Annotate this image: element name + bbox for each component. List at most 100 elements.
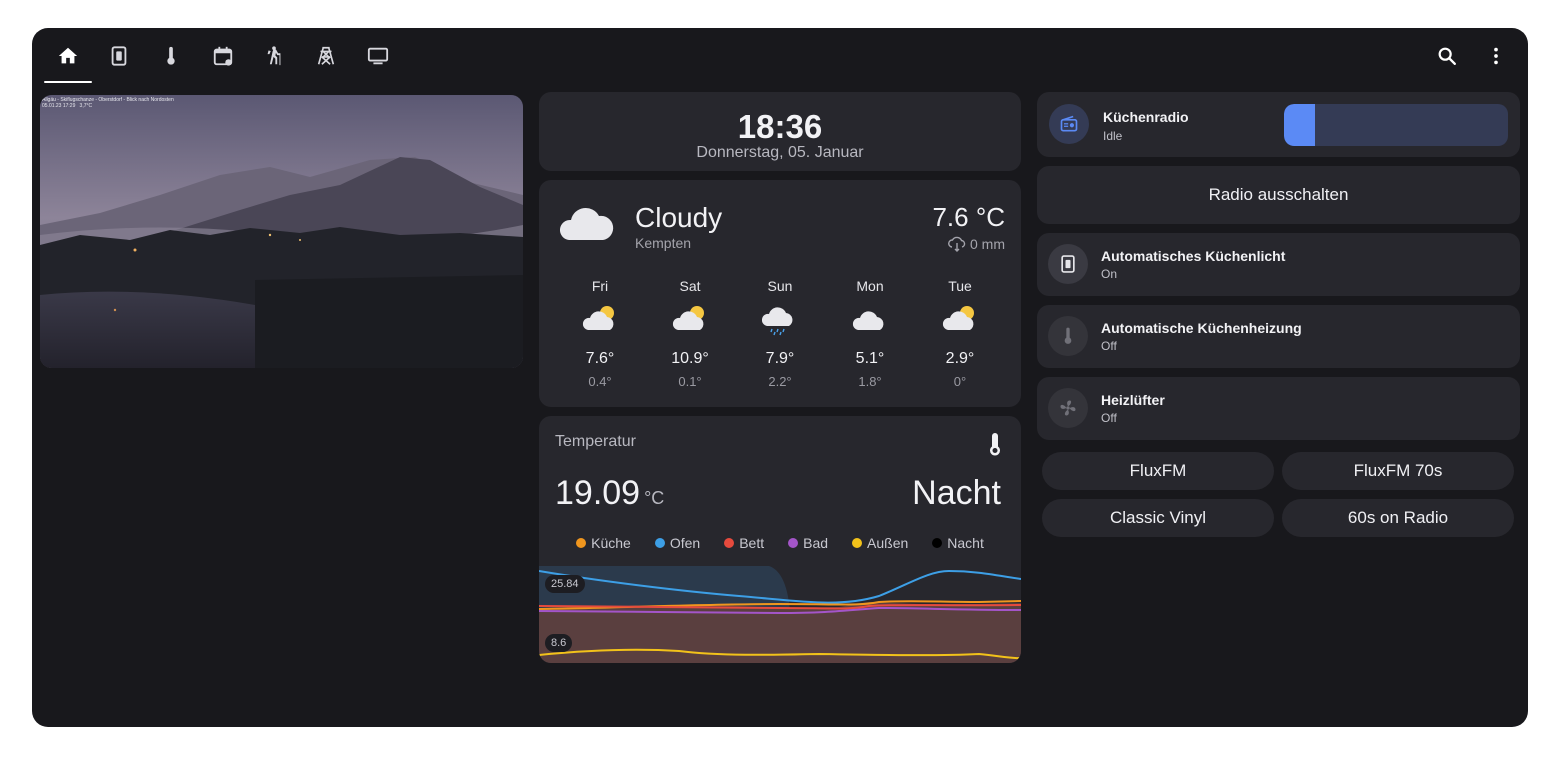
dashboard-frame: Allgäu - Skiflugschanze - Oberstdorf - B… xyxy=(32,28,1528,727)
thermometer-icon xyxy=(990,433,1000,456)
search-icon xyxy=(1438,47,1456,65)
partly-cloudy-icon xyxy=(942,306,974,330)
light-switch-icon xyxy=(111,46,127,66)
sensor-value: 19.09 °C xyxy=(555,474,664,513)
entity-card-kuechenlicht[interactable]: Automatisches Küchenlicht On xyxy=(1037,233,1520,296)
partly-cloudy-icon xyxy=(582,306,614,330)
forecast-list: Fri 7.6° 0.4° Sat 10.9° 0.1° Sun 7.9° 2.… xyxy=(555,278,1005,389)
rainy-icon xyxy=(762,307,793,336)
monitor-icon xyxy=(367,47,389,65)
radio-icon xyxy=(1060,115,1078,132)
chart-legend: Küche Ofen Bett Bad Außen Nacht xyxy=(539,535,1021,551)
cloud-rain-icon xyxy=(948,236,966,252)
camera-feed[interactable]: Allgäu - Skiflugschanze - Oberstdorf - B… xyxy=(40,95,523,368)
forecast-day-name: Tue xyxy=(948,278,972,294)
entity-state: On xyxy=(1101,267,1118,281)
temperature-sensor-card[interactable]: Temperatur 19.09 °C Nacht Küche Ofen Bett… xyxy=(539,416,1021,663)
sensor-name: Temperatur xyxy=(555,433,636,450)
entity-card-kuechenheizung[interactable]: Automatische Küchenheizung Off xyxy=(1037,305,1520,368)
player-state: Idle xyxy=(1103,129,1123,143)
entity-card-heizluefter[interactable]: Heizlüfter Off xyxy=(1037,377,1520,440)
entity-state: Off xyxy=(1101,339,1117,353)
forecast-day: Fri 7.6° 0.4° xyxy=(555,278,645,389)
radio-icon-badge[interactable] xyxy=(1049,104,1089,144)
y-axis-min-label: 8.6 xyxy=(545,634,573,652)
tab-calendar[interactable] xyxy=(199,38,247,74)
media-player-card[interactable]: Küchenradio Idle xyxy=(1037,92,1520,157)
forecast-day: Mon 5.1° 1.8° xyxy=(825,278,915,389)
thermometer-icon xyxy=(1064,327,1072,344)
legend-label: Außen xyxy=(867,535,909,551)
active-tab-indicator xyxy=(44,81,92,83)
forecast-day-name: Sun xyxy=(767,278,793,294)
y-axis-max-label: 25.84 xyxy=(545,575,585,593)
volume-slider[interactable] xyxy=(1284,104,1508,146)
entity-icon-badge[interactable] xyxy=(1048,388,1088,428)
volume-slider-fill xyxy=(1284,104,1316,146)
legend-dot xyxy=(852,538,863,548)
legend-item[interactable]: Bett xyxy=(724,535,764,551)
legend-item[interactable]: Nacht xyxy=(932,535,984,551)
weather-condition: Cloudy xyxy=(635,202,723,233)
entity-icon-badge[interactable] xyxy=(1048,244,1088,284)
top-app-bar xyxy=(32,28,1528,84)
forecast-high: 7.9° xyxy=(765,350,795,367)
cloudy-icon xyxy=(559,207,614,240)
partly-cloudy-icon xyxy=(672,306,704,330)
legend-label: Bett xyxy=(739,535,765,551)
more-vert-icon xyxy=(1494,47,1498,65)
legend-item[interactable]: Ofen xyxy=(654,535,701,551)
legend-dot xyxy=(724,538,735,548)
cloudy-icon xyxy=(852,311,884,330)
calendar-icon xyxy=(213,46,233,66)
clock-date: Donnerstag, 05. Januar xyxy=(696,144,864,161)
entity-name: Heizlüfter xyxy=(1101,392,1165,408)
search-button[interactable] xyxy=(1431,40,1463,72)
overflow-menu-button[interactable] xyxy=(1480,40,1512,72)
legend-item[interactable]: Bad xyxy=(788,535,828,551)
forecast-high: 10.9° xyxy=(671,350,709,367)
weather-precipitation: 0 mm xyxy=(948,236,1005,252)
forecast-low: 0.4° xyxy=(588,374,612,389)
tab-thermometer[interactable] xyxy=(147,38,195,74)
legend-label: Küche xyxy=(591,535,631,551)
precipitation-value: 0 mm xyxy=(970,236,1005,252)
legend-label: Bad xyxy=(803,535,829,551)
station-button-fluxfm[interactable]: FluxFM xyxy=(1042,452,1274,490)
legend-item[interactable]: Außen xyxy=(852,535,908,551)
forecast-day: Sun 7.9° 2.2° xyxy=(735,278,825,389)
entity-name: Automatische Küchenheizung xyxy=(1101,320,1302,336)
legend-item[interactable]: Küche xyxy=(576,535,631,551)
forecast-low: 1.8° xyxy=(858,374,882,389)
tab-switch[interactable] xyxy=(95,38,143,74)
legend-dot xyxy=(788,538,799,548)
legend-dot xyxy=(654,538,665,548)
station-button-classic-vinyl[interactable]: Classic Vinyl xyxy=(1042,499,1274,537)
legend-label: Nacht xyxy=(947,535,984,551)
light-switch-icon xyxy=(1061,255,1075,273)
forecast-day-name: Mon xyxy=(856,278,884,294)
sensor-unit: °C xyxy=(644,488,665,508)
webcam-image xyxy=(40,95,523,368)
tab-monitor[interactable] xyxy=(354,38,402,74)
forecast-high: 2.9° xyxy=(945,350,975,367)
home-icon xyxy=(58,47,78,64)
station-button-60s-on-radio[interactable]: 60s on Radio xyxy=(1282,499,1514,537)
forecast-day-name: Fri xyxy=(591,278,609,294)
camera-timestamp-overlay: Allgäu - Skiflugschanze - Oberstdorf - B… xyxy=(42,97,174,109)
entity-name: Automatisches Küchenlicht xyxy=(1101,248,1286,264)
tab-home[interactable] xyxy=(44,38,92,74)
clock-card: 18:36 Donnerstag, 05. Januar xyxy=(539,92,1021,171)
weather-forecast-card[interactable]: Cloudy Kempten 7.6 °C 0 mm Fri 7.6° 0.4°… xyxy=(539,180,1021,407)
forecast-low: 2.2° xyxy=(768,374,792,389)
legend-label: Ofen xyxy=(669,535,701,551)
entity-icon-badge[interactable] xyxy=(1048,316,1088,356)
weather-location: Kempten xyxy=(635,235,692,251)
sensor-state: Nacht xyxy=(912,474,1001,512)
tab-tower[interactable] xyxy=(302,38,350,74)
tab-hiking[interactable] xyxy=(250,38,298,74)
station-button-fluxfm-70s[interactable]: FluxFM 70s xyxy=(1282,452,1514,490)
weather-temperature: 7.6 °C xyxy=(932,202,1005,232)
radio-off-button[interactable]: Radio ausschalten xyxy=(1037,166,1520,224)
transmission-tower-icon xyxy=(317,46,335,65)
